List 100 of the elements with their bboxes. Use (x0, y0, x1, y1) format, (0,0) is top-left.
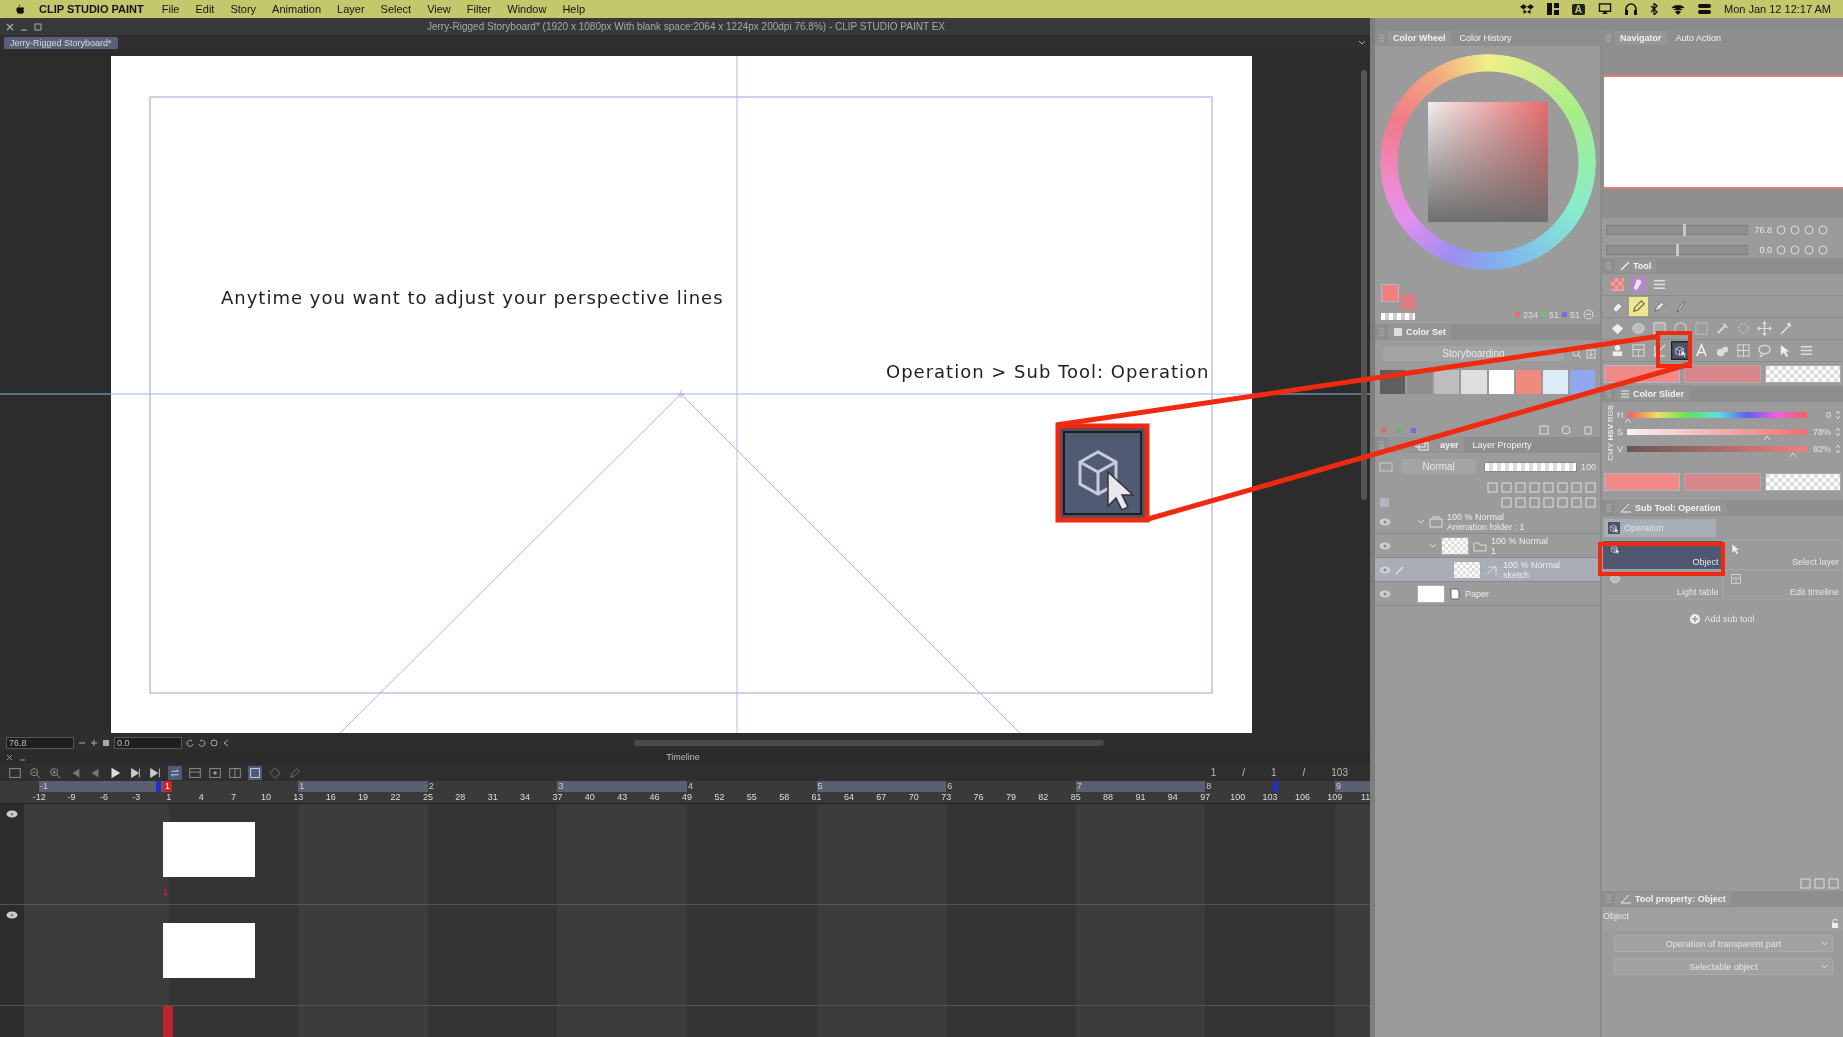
ruler-label: 37 (551, 792, 564, 803)
frame-counter-text: 103 (1331, 767, 1348, 778)
ruler-label: 73 (940, 792, 953, 803)
rgb-value: 51 (1548, 309, 1559, 320)
panel-title: Tool (1633, 261, 1652, 271)
ruler-label: 76 (972, 792, 985, 803)
slider-reading: 0.0 (1758, 245, 1772, 255)
sub-tool-label: Select layer (1791, 556, 1839, 567)
frame-ruler[interactable]: -1 1 2 3 4 5 6 7 8 9 -12 -9 -6 -3 1 4 7 10 13 16 19 22 25 28 31 34 37 40 43 46 49 52 55 58 61 64 67 70 73 76 79 82 85 88 91 94 97 100 103 106 109 11 1 (0, 781, 1370, 804)
menu-item[interactable]: Help (554, 3, 593, 15)
layer-name: 1 (1491, 545, 1497, 556)
slider-reading: 76.8 (1753, 225, 1772, 235)
ruler-label: -1 (40, 781, 48, 791)
slider-reading: 0 (1825, 410, 1831, 420)
slider-reading: 92% (1812, 444, 1831, 454)
sub-tool-label: Edit timeline (1789, 586, 1839, 597)
ruler-label: 94 (1166, 792, 1179, 803)
menu-item[interactable]: Animation (264, 3, 330, 15)
frame-counter-text: 1 (1270, 767, 1277, 778)
blend-mode-dropdown[interactable]: Normal (1401, 459, 1477, 474)
ruler-label: 9 (1335, 781, 1341, 791)
dropdown[interactable]: Operation of transparent part (1614, 935, 1833, 952)
menu-item[interactable]: Layer (329, 3, 373, 15)
ruler-label: 43 (616, 792, 629, 803)
window-title: Jerry-Rigged Storyboard* (1920 x 1080px With blank space:2064 x 1224px 200dpi 76.8%) - CLIP STUDIO PAINT EX (425, 21, 946, 32)
ruler-label: 61 (810, 792, 823, 803)
panel-tab[interactable]: Color History (1454, 31, 1517, 45)
ruler-label: 91 (1134, 792, 1147, 803)
ruler-label: -6 (98, 792, 109, 803)
input-source-indicator[interactable]: A (1571, 3, 1585, 15)
clock[interactable]: Mon Jan 12 12:17 AM (1724, 3, 1831, 15)
menu-item[interactable]: View (419, 3, 459, 15)
opacity-value[interactable]: 100 (1580, 461, 1596, 472)
layer-mode: 100 % Normal (1503, 559, 1561, 570)
panel-tab[interactable]: Color Wheel (1388, 31, 1451, 45)
ruler-label: 4 (687, 781, 693, 791)
ruler-label: 3 (558, 781, 564, 791)
ruler-label: 97 (1199, 792, 1212, 803)
ruler-label: 88 (1102, 792, 1115, 803)
layer-row[interactable]: Paper (1375, 582, 1600, 606)
playhead-marker[interactable]: 1 (163, 781, 172, 792)
panel-tab[interactable]: Navigator (1615, 31, 1667, 45)
sub-tool-label: Light table (1676, 586, 1719, 597)
menu-item[interactable]: File (153, 3, 188, 15)
dropdown[interactable]: Selectable object (1614, 958, 1833, 975)
ruler-label: 34 (519, 792, 532, 803)
ruler-label: 85 (1069, 792, 1082, 803)
ruler-label: 31 (486, 792, 499, 803)
sub-tool-label: Object (1692, 556, 1719, 567)
canvas-caption: Operation > Sub Tool: Operation (886, 361, 1210, 382)
ruler-label: 58 (778, 792, 791, 803)
document-tab[interactable]: Jerry-Rigged Storyboard* (4, 36, 118, 49)
slider-reading: 78% (1812, 427, 1831, 437)
menu-item[interactable]: Select (372, 3, 420, 15)
ruler-label: 7 (230, 792, 238, 803)
frame-counter-text: / (1302, 767, 1306, 778)
menu-item[interactable]: Window (499, 3, 555, 15)
panel-title: Color Set (1406, 327, 1446, 337)
ruler-label: 6 (947, 781, 953, 791)
panel-tab[interactable]: Auto Action (1670, 31, 1727, 45)
ruler-label: 1 (299, 781, 305, 791)
slider-label: H (1617, 410, 1624, 420)
add-sub-tool-button[interactable]: Add sub tool (1602, 613, 1843, 624)
cel-number: 1 (163, 887, 169, 897)
ruler-label: 19 (357, 792, 370, 803)
rgb-value: 234 (1522, 309, 1538, 320)
app-name[interactable]: CLIP STUDIO PAINT (39, 3, 144, 15)
ruler-label: 40 (583, 792, 596, 803)
menu-item[interactable]: Filter (458, 3, 500, 15)
panel-title: Tool property: Object (1635, 894, 1726, 904)
ruler-label: 67 (875, 792, 888, 803)
ruler-label: 109 (1326, 792, 1344, 803)
angle-field[interactable]: 0.0 (114, 736, 182, 749)
ruler-label: 46 (648, 792, 661, 803)
layer-mode: 100 % Normal (1447, 511, 1506, 522)
sub-tool-item[interactable]: Edit timeline (1722, 569, 1843, 600)
menu-item[interactable]: Story (222, 3, 265, 15)
ruler-label: 79 (1004, 792, 1017, 803)
slider-label: V (1617, 444, 1623, 454)
ruler-label: 22 (389, 792, 402, 803)
sub-tool-item[interactable]: Light table (1602, 569, 1723, 600)
panel-tab[interactable]: Layer Property (1467, 438, 1537, 452)
ruler-label: 7 (1076, 781, 1082, 791)
panel-title: Color Slider (1633, 389, 1684, 399)
zoom-field[interactable]: 76.8 (6, 736, 74, 749)
menu-item[interactable]: Edit (187, 3, 223, 15)
ruler-label: 103 (1261, 792, 1279, 803)
layer-mode: 100 % Normal (1491, 535, 1549, 546)
mode-tab[interactable]: HSV (1606, 424, 1615, 441)
mode-tab[interactable]: CMY (1606, 442, 1615, 461)
mode-tab[interactable]: RGB (1606, 405, 1615, 423)
ruler-label: 82 (1037, 792, 1050, 803)
canvas-caption: Anytime you want to adjust your perspective lines (221, 287, 724, 308)
ruler-label: 11 (1360, 792, 1370, 803)
ruler-label: 100 (1229, 792, 1247, 803)
frame-counter-text: / (1242, 767, 1245, 778)
layer-row[interactable]: 100 % Normal sketch (1375, 558, 1600, 582)
ruler-label: 2 (428, 781, 434, 791)
sub-tool-item[interactable]: Select layer (1722, 539, 1843, 570)
tool-name: Object (1602, 910, 1630, 923)
